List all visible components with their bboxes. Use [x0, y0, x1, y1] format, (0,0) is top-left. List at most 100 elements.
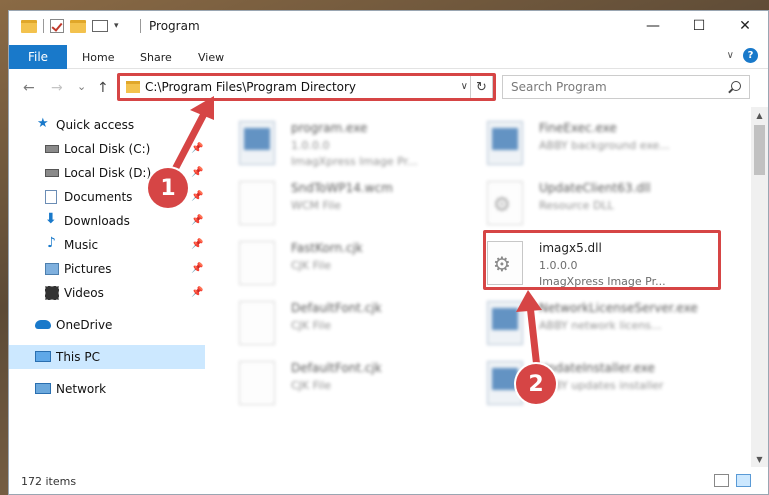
- file-explorer-window: ▾ Program — ☐ ✕ File Home Share View ∨ ?…: [8, 10, 769, 495]
- file-name: UpdateInstaller.exe: [539, 361, 655, 375]
- sidebar-item-quick-access[interactable]: ★ Quick access: [9, 113, 205, 137]
- sidebar-item-label: Downloads: [64, 214, 130, 228]
- list-item[interactable]: program.exe 1.0.0.0 ImagXpress Image Pr.…: [225, 113, 465, 169]
- list-item[interactable]: UpdateClient63.dll Resource DLL: [473, 173, 713, 229]
- pin-icon[interactable]: 📌: [191, 191, 203, 202]
- file-type: ABBY updates installer: [539, 379, 664, 392]
- pin-icon[interactable]: 📌: [191, 239, 203, 250]
- large-icons-view-icon[interactable]: [736, 474, 751, 487]
- file-type: Resource DLL: [539, 199, 614, 212]
- sidebar-item-pictures[interactable]: Pictures 📌: [9, 257, 205, 281]
- sidebar-item-local-disk-c[interactable]: Local Disk (C:) 📌: [9, 137, 205, 161]
- network-icon: [35, 383, 51, 394]
- exe-icon: [487, 301, 523, 345]
- up-button[interactable]: ↑: [97, 80, 109, 96]
- file-icon: [239, 301, 275, 345]
- refresh-icon[interactable]: ↻: [470, 76, 492, 98]
- title-bar: ▾ Program — ☐ ✕: [9, 11, 768, 41]
- list-item[interactable]: UpdateInstaller.exe ABBY updates install…: [473, 353, 713, 409]
- ribbon-tabs: File Home Share View ∨ ?: [9, 41, 768, 69]
- toolbar-divider: [43, 19, 44, 33]
- list-item-target-dll[interactable]: imagx5.dll 1.0.0.0 ImagXpress Image Pr..…: [473, 233, 713, 289]
- search-icon[interactable]: [731, 81, 741, 91]
- scroll-up-icon[interactable]: ▲: [751, 107, 768, 123]
- address-dropdown-icon[interactable]: ∨: [461, 81, 468, 92]
- list-item[interactable]: NetworkLicenseServer.exe ABBY network li…: [473, 293, 713, 349]
- view-options-icon[interactable]: [92, 20, 108, 32]
- details-view-icon[interactable]: [714, 474, 729, 487]
- folder-icon: [21, 19, 37, 33]
- search-input[interactable]: [511, 79, 711, 95]
- list-item[interactable]: FineExec.exe ABBY background exe...: [473, 113, 713, 169]
- file-type: WCM File: [291, 199, 341, 212]
- navigation-pane: ★ Quick access Local Disk (C:) 📌 Local D…: [9, 107, 205, 467]
- file-icon: [239, 181, 275, 225]
- forward-button[interactable]: →: [51, 80, 63, 96]
- back-button[interactable]: ←: [23, 80, 35, 96]
- new-folder-icon[interactable]: [70, 19, 86, 33]
- sidebar-item-label: Documents: [64, 190, 133, 204]
- scroll-down-icon[interactable]: ▼: [751, 451, 768, 467]
- star-icon: ★: [37, 116, 49, 131]
- pin-icon[interactable]: 📌: [191, 167, 203, 178]
- window-title: Program: [149, 19, 200, 33]
- pin-icon[interactable]: 📌: [191, 287, 203, 298]
- pin-icon[interactable]: 📌: [191, 215, 203, 226]
- item-count: 172 items: [21, 475, 77, 488]
- minimize-button[interactable]: —: [630, 11, 676, 41]
- sidebar-item-onedrive[interactable]: OneDrive: [9, 313, 205, 337]
- dll-icon: [487, 241, 523, 285]
- step-2-badge: 2: [516, 364, 556, 404]
- scroll-thumb[interactable]: [754, 125, 765, 175]
- pin-icon[interactable]: 📌: [191, 143, 203, 154]
- sidebar-item-label: Local Disk (C:): [64, 142, 151, 156]
- recent-locations-button[interactable]: ⌄: [77, 80, 86, 93]
- pin-icon[interactable]: 📌: [191, 263, 203, 274]
- file-description: ImagXpress Image Pr...: [291, 155, 418, 168]
- sidebar-item-music[interactable]: ♪ Music 📌: [9, 233, 205, 257]
- sidebar-item-label: Music: [64, 238, 99, 252]
- file-type: CJK File: [291, 319, 332, 332]
- list-item[interactable]: DefaultFont.cjk CJK File: [225, 293, 465, 349]
- pictures-icon: [45, 263, 59, 275]
- file-type: ABBY network licens...: [539, 319, 662, 332]
- sidebar-item-downloads[interactable]: ⬇ Downloads 📌: [9, 209, 205, 233]
- sidebar-item-network[interactable]: Network: [9, 377, 205, 401]
- customize-toolbar-icon[interactable]: ▾: [114, 21, 119, 31]
- cloud-icon: [35, 320, 51, 329]
- tab-share[interactable]: Share: [140, 51, 172, 64]
- sidebar-item-this-pc[interactable]: This PC: [9, 345, 205, 369]
- list-item[interactable]: SndToWP14.wcm WCM File: [225, 173, 465, 229]
- search-box[interactable]: [502, 75, 750, 99]
- sidebar-item-label: Pictures: [64, 262, 112, 276]
- file-name: SndToWP14.wcm: [291, 181, 393, 195]
- sidebar-item-videos[interactable]: Videos 📌: [9, 281, 205, 305]
- file-name: imagx5.dll: [539, 241, 602, 255]
- file-name: NetworkLicenseServer.exe: [539, 301, 698, 315]
- title-divider: [140, 19, 141, 33]
- address-path[interactable]: C:\Program Files\Program Directory: [145, 80, 356, 94]
- vertical-scrollbar[interactable]: ▲ ▼: [751, 107, 768, 467]
- file-name: UpdateClient63.dll: [539, 181, 651, 195]
- tab-view[interactable]: View: [198, 51, 224, 64]
- navigation-bar: ← → ⌄ ↑ C:\Program Files\Program Directo…: [9, 69, 768, 107]
- expand-ribbon-icon[interactable]: ∨: [727, 50, 734, 61]
- tab-home[interactable]: Home: [82, 51, 114, 64]
- properties-check-icon[interactable]: [50, 19, 64, 33]
- file-name: program.exe: [291, 121, 368, 135]
- download-icon: ⬇: [45, 211, 57, 227]
- file-name: FineExec.exe: [539, 121, 617, 135]
- status-bar: 172 items: [9, 467, 768, 494]
- list-item[interactable]: DefaultFont.cjk CJK File: [225, 353, 465, 409]
- quick-access-toolbar: ▾: [21, 19, 119, 33]
- list-item[interactable]: FastKorn.cjk CJK File: [225, 233, 465, 289]
- address-bar[interactable]: C:\Program Files\Program Directory ∨ ↻: [119, 75, 493, 99]
- help-icon[interactable]: ?: [743, 48, 758, 63]
- maximize-button[interactable]: ☐: [676, 11, 722, 41]
- file-list: program.exe 1.0.0.0 ImagXpress Image Pr.…: [213, 107, 741, 467]
- sidebar-item-label: Local Disk (D:): [64, 166, 152, 180]
- file-version: 1.0.0.0: [291, 139, 330, 152]
- tab-file[interactable]: File: [9, 45, 67, 69]
- file-description: ImagXpress Image Pr...: [539, 275, 666, 288]
- close-button[interactable]: ✕: [722, 11, 768, 41]
